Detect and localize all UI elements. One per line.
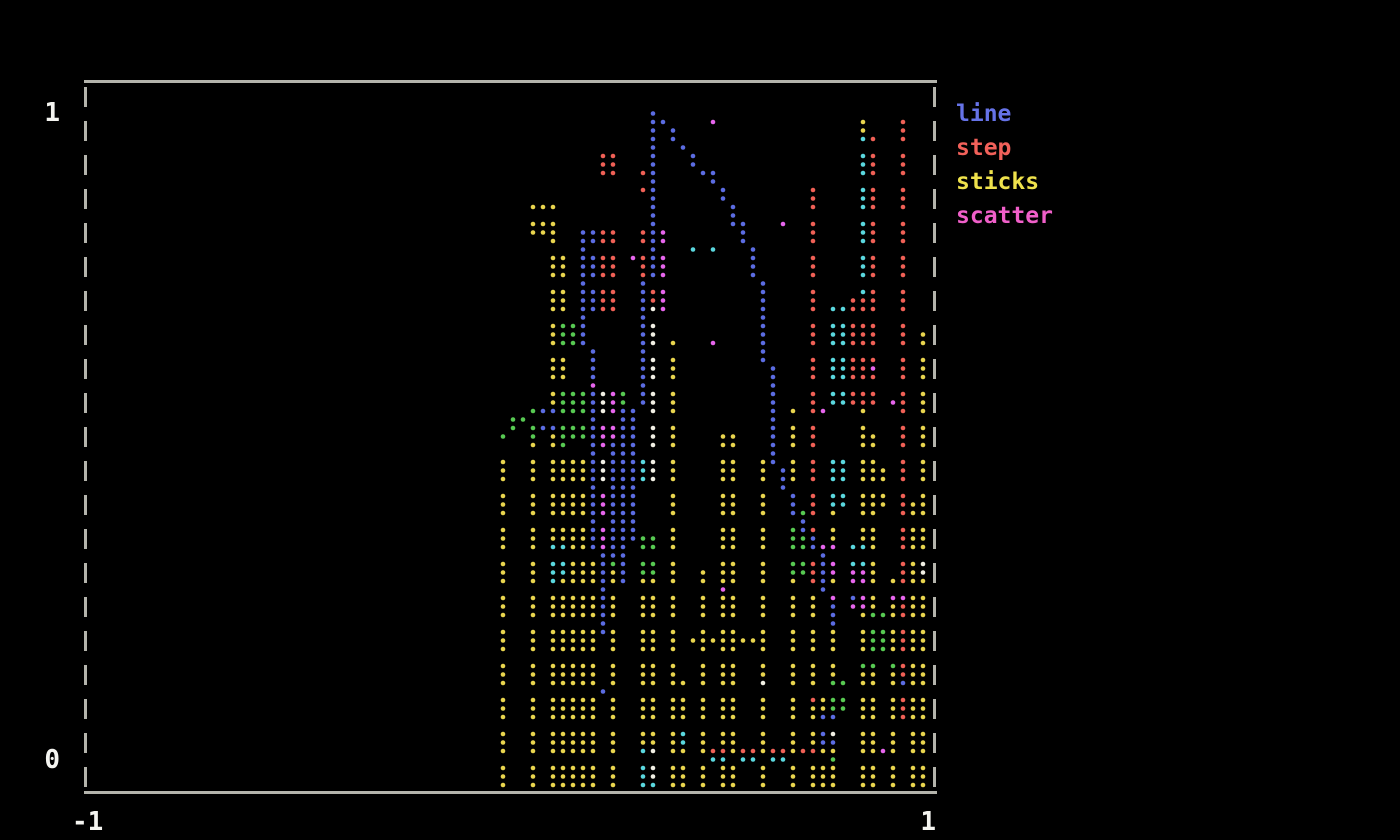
y-tick-top: 1 (18, 99, 60, 127)
legend-item: step (956, 133, 1053, 167)
legend: line step sticks scatter (956, 99, 1053, 235)
legend-item: sticks (956, 167, 1053, 201)
legend-item: line (956, 99, 1053, 133)
y-tick-bottom: 0 (18, 746, 60, 774)
dot-canvas (85, 80, 935, 792)
legend-item: scatter (956, 201, 1053, 235)
x-tick-right: 1 (900, 808, 936, 836)
x-tick-left: -1 (72, 808, 122, 836)
